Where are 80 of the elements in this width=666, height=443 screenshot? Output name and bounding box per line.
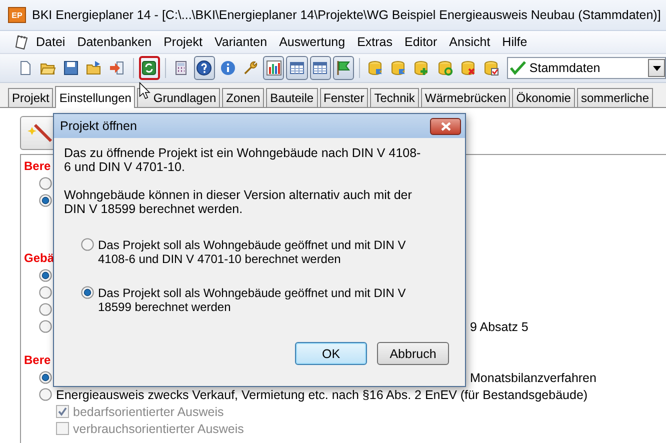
database-plus-icon xyxy=(413,60,430,76)
table-icon xyxy=(288,60,305,76)
checkmark-icon xyxy=(510,61,526,75)
menu-item[interactable]: Editor xyxy=(398,35,444,49)
tab[interactable]: Ökonomie xyxy=(512,88,575,107)
section-heading: Bere xyxy=(24,159,51,175)
option-label: Energieausweis zwecks Verkauf, Vermietung etc. nach §16 Abs. 2 EnEV (für Bestandsgebäude) xyxy=(56,388,588,402)
toolbar-button[interactable] xyxy=(310,56,331,80)
menu-item[interactable]: Hilfe xyxy=(496,35,534,49)
close-icon xyxy=(440,122,450,130)
radio-button[interactable] xyxy=(39,388,52,401)
dialog-title: Projekt öffnen xyxy=(60,119,137,133)
calculator-icon xyxy=(173,60,190,76)
dropdown-value: Stammdaten xyxy=(529,61,602,75)
database-delete-icon xyxy=(460,60,476,76)
tab[interactable]: Bauteile xyxy=(266,88,318,107)
database-arrow-icon xyxy=(367,60,384,76)
info-icon xyxy=(220,60,236,76)
folder-arrow-icon xyxy=(86,60,102,76)
section-heading: Bere xyxy=(24,353,51,369)
toolbar-button[interactable] xyxy=(286,56,308,80)
tab[interactable]: Wärmebrücken xyxy=(420,88,510,107)
dialog-message: Das zu öffnende Projekt ist ein Wohngebäude nach DIN V 4108-6 und DIN V 4701-10. xyxy=(64,146,422,174)
tab[interactable]: Einstellungen xyxy=(55,86,136,108)
menu-item[interactable]: Ansicht xyxy=(443,35,496,49)
caret-icon xyxy=(652,66,661,70)
dropdown-button[interactable] xyxy=(648,59,666,77)
export-arrow-icon xyxy=(109,60,126,76)
magic-wand-icon xyxy=(27,121,53,145)
radio-button[interactable] xyxy=(39,194,52,207)
menu-item[interactable]: Datenbanken xyxy=(71,35,158,49)
app-icon: EP xyxy=(8,7,26,23)
menu-item[interactable]: Varianten xyxy=(208,35,274,49)
refresh-icon xyxy=(141,60,158,76)
menu-item[interactable]: Auswertung xyxy=(273,35,352,49)
dialog-button[interactable]: Abbruch xyxy=(377,342,449,365)
menu-item[interactable]: Extras xyxy=(351,35,399,49)
radio-button[interactable] xyxy=(39,320,52,333)
dialog-message: Wohngebäude können in dieser Version alternativ auch mit der DIN V 18599 berechnet werden. xyxy=(64,188,413,216)
flag-icon xyxy=(335,60,352,76)
database-arrow-icon xyxy=(390,60,406,76)
variant-dropdown[interactable]: Stammdaten xyxy=(507,57,666,79)
notepad-icon xyxy=(14,34,30,50)
section-heading: Gebä xyxy=(24,251,54,267)
table-icon xyxy=(312,60,328,76)
menu-item[interactable]: Datei xyxy=(30,35,72,49)
menu-item[interactable]: Projekt xyxy=(158,35,208,49)
bar-chart-icon xyxy=(266,60,282,76)
radio-button[interactable] xyxy=(39,177,52,190)
toolbar-button[interactable] xyxy=(194,56,216,80)
toolbar-button[interactable] xyxy=(332,56,354,80)
close-button[interactable] xyxy=(430,118,461,134)
radio-button[interactable] xyxy=(39,286,52,299)
toolbar-button[interactable] xyxy=(263,56,284,80)
radio-button[interactable] xyxy=(39,303,52,316)
window-title: BKI Energieplaner 14 - [C:\...\BKI\Energieplaner 14\Projekte\WG Beispiel Energieausweis Neubau (Stammdaten)] xyxy=(32,8,661,22)
database-check-icon xyxy=(482,60,499,76)
radio-button[interactable] xyxy=(81,238,94,251)
option-label: Monatsbilanzverfahren xyxy=(470,370,598,384)
help-icon xyxy=(196,60,212,76)
dialog-button[interactable]: OK xyxy=(295,342,367,365)
database-refresh-icon xyxy=(436,60,453,76)
wrench-icon xyxy=(242,60,259,76)
choice-label: Das Projekt soll als Wohngebäude geöffnet und mit DIN V 4108-6 und DIN V 4701-10 berechnet werden xyxy=(98,238,407,266)
tab[interactable]: Grundlagen xyxy=(137,88,220,107)
tab[interactable]: Projekt xyxy=(8,88,54,107)
choice-label: Das Projekt soll als Wohngebäude geöffnet und mit DIN V 18599 berechnet werden xyxy=(98,286,407,314)
radio-button[interactable] xyxy=(39,371,52,384)
tab[interactable]: sommerliche xyxy=(576,88,653,107)
tab[interactable]: Technik xyxy=(370,88,419,107)
checkbox-label: verbrauchsorientierter Ausweis xyxy=(73,422,244,436)
tab[interactable]: Zonen xyxy=(222,88,264,107)
checkbox-label: bedarfsorientierter Ausweis xyxy=(73,404,224,418)
mouse-pointer-icon xyxy=(139,82,151,100)
radio-button[interactable] xyxy=(39,269,52,282)
option-label: 9 Absatz 5 xyxy=(470,320,530,334)
save-icon xyxy=(62,60,79,76)
toolbar-button[interactable] xyxy=(138,56,160,80)
radio-button[interactable] xyxy=(81,286,94,299)
tab[interactable]: Fenster xyxy=(320,88,368,107)
